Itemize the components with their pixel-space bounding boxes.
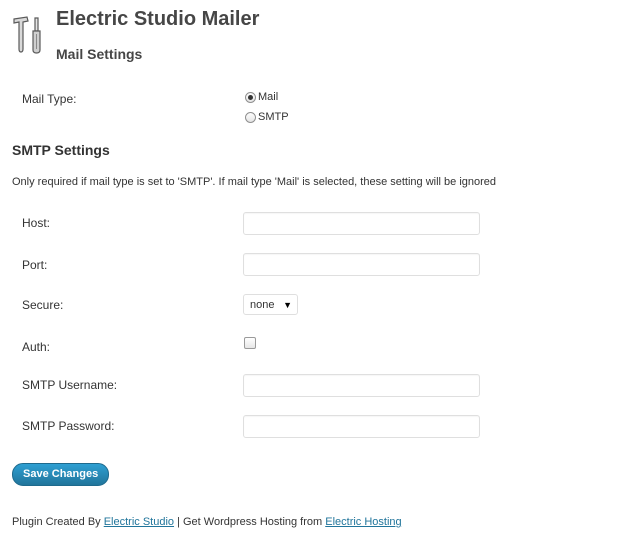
smtp-username-label: SMTP Username:: [22, 378, 118, 392]
host-label: Host:: [22, 216, 51, 230]
auth-label: Auth:: [22, 340, 51, 354]
tools-icon: [11, 15, 47, 55]
dropdown-arrow-icon: ▼: [283, 299, 292, 310]
mail-type-label: Mail Type:: [22, 92, 77, 106]
mail-radio-label: Mail: [258, 91, 279, 103]
secure-select[interactable]: none ▼: [243, 294, 298, 315]
port-input[interactable]: [243, 253, 480, 276]
mail-type-option-smtp[interactable]: SMTP: [245, 111, 289, 123]
smtp-username-input[interactable]: [243, 374, 480, 397]
auth-checkbox[interactable]: [244, 337, 256, 349]
save-changes-button[interactable]: Save Changes: [12, 463, 110, 486]
smtp-note: Only required if mail type is set to 'SM…: [12, 176, 497, 188]
secure-select-value: none: [250, 298, 275, 311]
smtp-settings-heading: SMTP Settings: [12, 142, 110, 158]
mail-type-option-mail[interactable]: Mail: [245, 91, 278, 103]
footer-prefix: Plugin Created By: [12, 516, 104, 528]
electric-studio-link[interactable]: Electric Studio: [104, 516, 174, 528]
smtp-radio[interactable]: [245, 111, 256, 123]
host-input[interactable]: [243, 212, 480, 235]
smtp-radio-label: SMTP: [258, 111, 289, 123]
footer-middle: | Get Wordpress Hosting from: [174, 516, 326, 528]
mail-settings-heading: Mail Settings: [56, 46, 143, 62]
smtp-password-label: SMTP Password:: [22, 419, 115, 433]
electric-hosting-link[interactable]: Electric Hosting: [325, 516, 401, 528]
mail-radio[interactable]: [245, 91, 256, 103]
footer: Plugin Created By Electric Studio | Get …: [12, 516, 402, 528]
secure-label: Secure:: [22, 298, 64, 312]
port-label: Port:: [22, 258, 48, 272]
smtp-password-input[interactable]: [243, 415, 480, 438]
page-title: Electric Studio Mailer: [56, 8, 260, 30]
